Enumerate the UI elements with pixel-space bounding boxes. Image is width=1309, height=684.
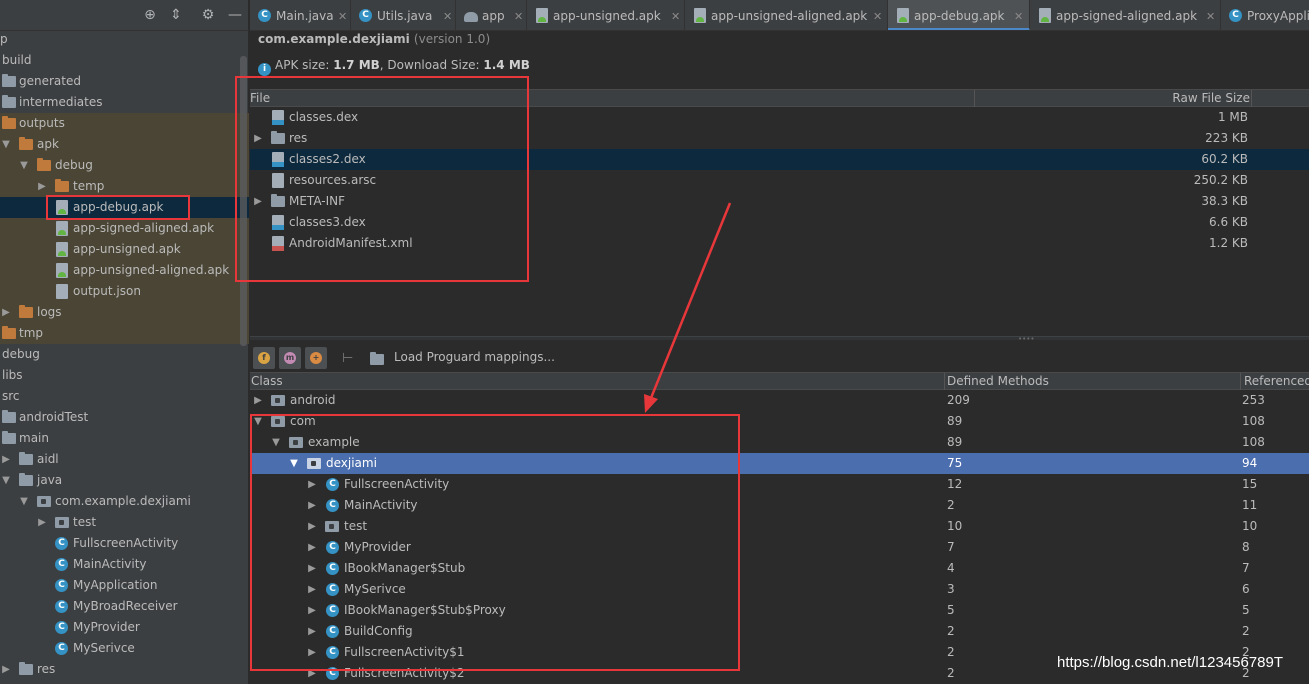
annotation-arrow: [644, 202, 732, 413]
watermark: https://blog.csdn.net/l123456789T: [1057, 654, 1283, 671]
arrow-head: [644, 394, 658, 413]
arrow-line: [649, 202, 732, 399]
